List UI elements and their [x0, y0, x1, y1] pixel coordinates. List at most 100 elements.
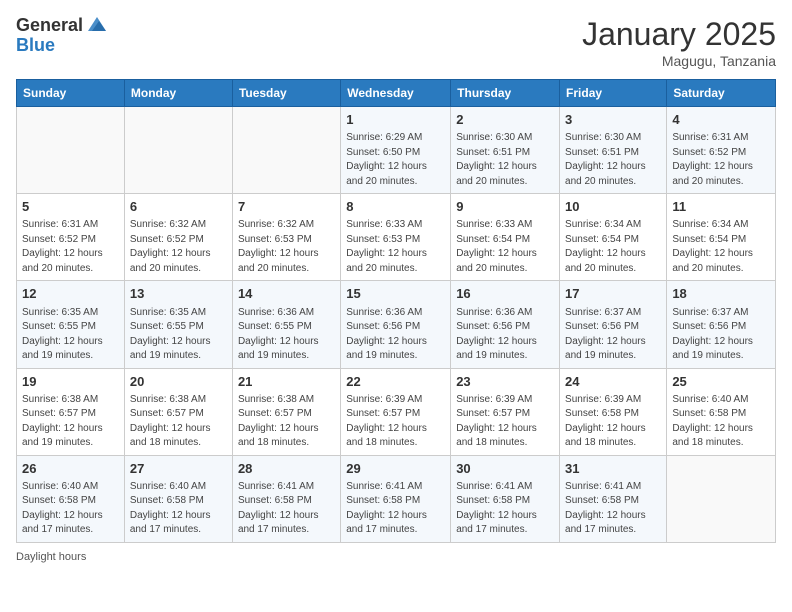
calendar-cell: 31Sunrise: 6:41 AM Sunset: 6:58 PM Dayli… — [560, 455, 667, 542]
calendar-cell: 12Sunrise: 6:35 AM Sunset: 6:55 PM Dayli… — [17, 281, 125, 368]
day-number: 13 — [130, 285, 227, 303]
day-number: 7 — [238, 198, 335, 216]
calendar-header-row: SundayMondayTuesdayWednesdayThursdayFrid… — [17, 80, 776, 107]
day-number: 9 — [456, 198, 554, 216]
day-info: Sunrise: 6:31 AM Sunset: 6:52 PM Dayligh… — [22, 218, 119, 276]
day-info: Sunrise: 6:36 AM Sunset: 6:56 PM Dayligh… — [346, 306, 445, 364]
calendar-cell: 9 Sunrise: 6:33 AM Sunset: 6:54 PM Daylig… — [451, 194, 560, 281]
calendar-cell: 23 Sunrise: 6:39 AM Sunset: 6:57 PM Dayli… — [451, 368, 560, 455]
day-info: Sunrise: 6:38 AM Sunset: 6:57 PM Dayligh… — [130, 393, 227, 451]
calendar-cell — [667, 455, 776, 542]
day-number: 18 — [672, 285, 770, 303]
day-of-week-header: Tuesday — [232, 80, 340, 107]
day-number: 21 — [238, 373, 335, 391]
day-info: Sunrise: 6:33 AM Sunset: 6:54 PM Dayligh… — [456, 218, 554, 276]
day-number: 4 — [672, 111, 770, 129]
day-number: 24 — [565, 373, 661, 391]
day-info: Sunrise: 6:31 AM Sunset: 6:52 PM Dayligh… — [672, 131, 770, 189]
calendar-cell: 25Sunrise: 6:40 AM Sunset: 6:58 PM Dayli… — [667, 368, 776, 455]
day-number: 1 — [346, 111, 445, 129]
calendar-cell — [124, 107, 232, 194]
calendar-week-row: 19 Sunrise: 6:38 AM Sunset: 6:57 PM Dayli… — [17, 368, 776, 455]
day-of-week-header: Friday — [560, 80, 667, 107]
day-info: Sunrise: 6:38 AM Sunset: 6:57 PM Dayligh… — [238, 393, 335, 451]
calendar-week-row: 5 Sunrise: 6:31 AM Sunset: 6:52 PM Daylig… — [17, 194, 776, 281]
day-number: 29 — [346, 460, 445, 478]
day-number: 23 — [456, 373, 554, 391]
day-info: Sunrise: 6:39 AM Sunset: 6:58 PM Dayligh… — [565, 393, 661, 451]
logo-blue: Blue — [16, 36, 55, 56]
calendar-cell: 17Sunrise: 6:37 AM Sunset: 6:56 PM Dayli… — [560, 281, 667, 368]
calendar-cell: 4 Sunrise: 6:31 AM Sunset: 6:52 PM Daylig… — [667, 107, 776, 194]
day-info: Sunrise: 6:30 AM Sunset: 6:51 PM Dayligh… — [456, 131, 554, 189]
day-number: 25 — [672, 373, 770, 391]
day-info: Sunrise: 6:33 AM Sunset: 6:53 PM Dayligh… — [346, 218, 445, 276]
calendar-cell: 27Sunrise: 6:40 AM Sunset: 6:58 PM Dayli… — [124, 455, 232, 542]
day-number: 30 — [456, 460, 554, 478]
calendar-cell: 7 Sunrise: 6:32 AM Sunset: 6:53 PM Daylig… — [232, 194, 340, 281]
day-number: 3 — [565, 111, 661, 129]
day-info: Sunrise: 6:32 AM Sunset: 6:53 PM Dayligh… — [238, 218, 335, 276]
day-info: Sunrise: 6:41 AM Sunset: 6:58 PM Dayligh… — [346, 480, 445, 538]
day-number: 22 — [346, 373, 445, 391]
location-title: Magugu, Tanzania — [582, 53, 776, 69]
calendar-cell: 20 Sunrise: 6:38 AM Sunset: 6:57 PM Dayli… — [124, 368, 232, 455]
logo-general: General — [16, 16, 83, 36]
day-info: Sunrise: 6:41 AM Sunset: 6:58 PM Dayligh… — [238, 480, 335, 538]
day-info: Sunrise: 6:41 AM Sunset: 6:58 PM Dayligh… — [456, 480, 554, 538]
day-number: 5 — [22, 198, 119, 216]
day-info: Sunrise: 6:35 AM Sunset: 6:55 PM Dayligh… — [130, 306, 227, 364]
day-number: 15 — [346, 285, 445, 303]
day-info: Sunrise: 6:34 AM Sunset: 6:54 PM Dayligh… — [565, 218, 661, 276]
day-info: Sunrise: 6:30 AM Sunset: 6:51 PM Dayligh… — [565, 131, 661, 189]
day-info: Sunrise: 6:32 AM Sunset: 6:52 PM Dayligh… — [130, 218, 227, 276]
calendar-cell: 13 Sunrise: 6:35 AM Sunset: 6:55 PM Dayli… — [124, 281, 232, 368]
day-number: 31 — [565, 460, 661, 478]
logo: General Blue — [16, 16, 108, 56]
day-info: Sunrise: 6:39 AM Sunset: 6:57 PM Dayligh… — [456, 393, 554, 451]
calendar-cell: 11 Sunrise: 6:34 AM Sunset: 6:54 PM Dayli… — [667, 194, 776, 281]
day-of-week-header: Sunday — [17, 80, 125, 107]
calendar-cell: 6 Sunrise: 6:32 AM Sunset: 6:52 PM Daylig… — [124, 194, 232, 281]
day-info: Sunrise: 6:38 AM Sunset: 6:57 PM Dayligh… — [22, 393, 119, 451]
footer: Daylight hours — [16, 551, 776, 563]
calendar-cell: 10Sunrise: 6:34 AM Sunset: 6:54 PM Dayli… — [560, 194, 667, 281]
daylight-hours-label: Daylight hours — [16, 551, 86, 563]
day-number: 8 — [346, 198, 445, 216]
calendar-cell: 3 Sunrise: 6:30 AM Sunset: 6:51 PM Daylig… — [560, 107, 667, 194]
day-info: Sunrise: 6:36 AM Sunset: 6:56 PM Dayligh… — [456, 306, 554, 364]
title-block: January 2025 Magugu, Tanzania — [582, 16, 776, 69]
day-number: 12 — [22, 285, 119, 303]
day-of-week-header: Thursday — [451, 80, 560, 107]
day-info: Sunrise: 6:40 AM Sunset: 6:58 PM Dayligh… — [130, 480, 227, 538]
calendar-cell: 1 Sunrise: 6:29 AM Sunset: 6:50 PM Daylig… — [341, 107, 451, 194]
day-info: Sunrise: 6:36 AM Sunset: 6:55 PM Dayligh… — [238, 306, 335, 364]
calendar-cell — [17, 107, 125, 194]
day-info: Sunrise: 6:39 AM Sunset: 6:57 PM Dayligh… — [346, 393, 445, 451]
calendar-cell: 2 Sunrise: 6:30 AM Sunset: 6:51 PM Daylig… — [451, 107, 560, 194]
calendar-week-row: 1 Sunrise: 6:29 AM Sunset: 6:50 PM Daylig… — [17, 107, 776, 194]
calendar-cell: 14 Sunrise: 6:36 AM Sunset: 6:55 PM Dayli… — [232, 281, 340, 368]
calendar-cell: 29 Sunrise: 6:41 AM Sunset: 6:58 PM Dayli… — [341, 455, 451, 542]
calendar-cell: 16Sunrise: 6:36 AM Sunset: 6:56 PM Dayli… — [451, 281, 560, 368]
day-number: 6 — [130, 198, 227, 216]
day-of-week-header: Wednesday — [341, 80, 451, 107]
day-of-week-header: Saturday — [667, 80, 776, 107]
calendar-cell: 30 Sunrise: 6:41 AM Sunset: 6:58 PM Dayli… — [451, 455, 560, 542]
day-number: 28 — [238, 460, 335, 478]
calendar-cell: 26Sunrise: 6:40 AM Sunset: 6:58 PM Dayli… — [17, 455, 125, 542]
day-number: 2 — [456, 111, 554, 129]
calendar-cell: 8 Sunrise: 6:33 AM Sunset: 6:53 PM Daylig… — [341, 194, 451, 281]
calendar-cell — [232, 107, 340, 194]
day-number: 20 — [130, 373, 227, 391]
day-info: Sunrise: 6:29 AM Sunset: 6:50 PM Dayligh… — [346, 131, 445, 189]
day-info: Sunrise: 6:37 AM Sunset: 6:56 PM Dayligh… — [672, 306, 770, 364]
calendar-table: SundayMondayTuesdayWednesdayThursdayFrid… — [16, 79, 776, 543]
calendar-week-row: 12 Sunrise: 6:35 AM Sunset: 6:55 PM Dayli… — [17, 281, 776, 368]
calendar-cell: 22 Sunrise: 6:39 AM Sunset: 6:57 PM Dayli… — [341, 368, 451, 455]
day-info: Sunrise: 6:34 AM Sunset: 6:54 PM Dayligh… — [672, 218, 770, 276]
day-number: 14 — [238, 285, 335, 303]
day-number: 26 — [22, 460, 119, 478]
day-number: 11 — [672, 198, 770, 216]
day-number: 19 — [22, 373, 119, 391]
